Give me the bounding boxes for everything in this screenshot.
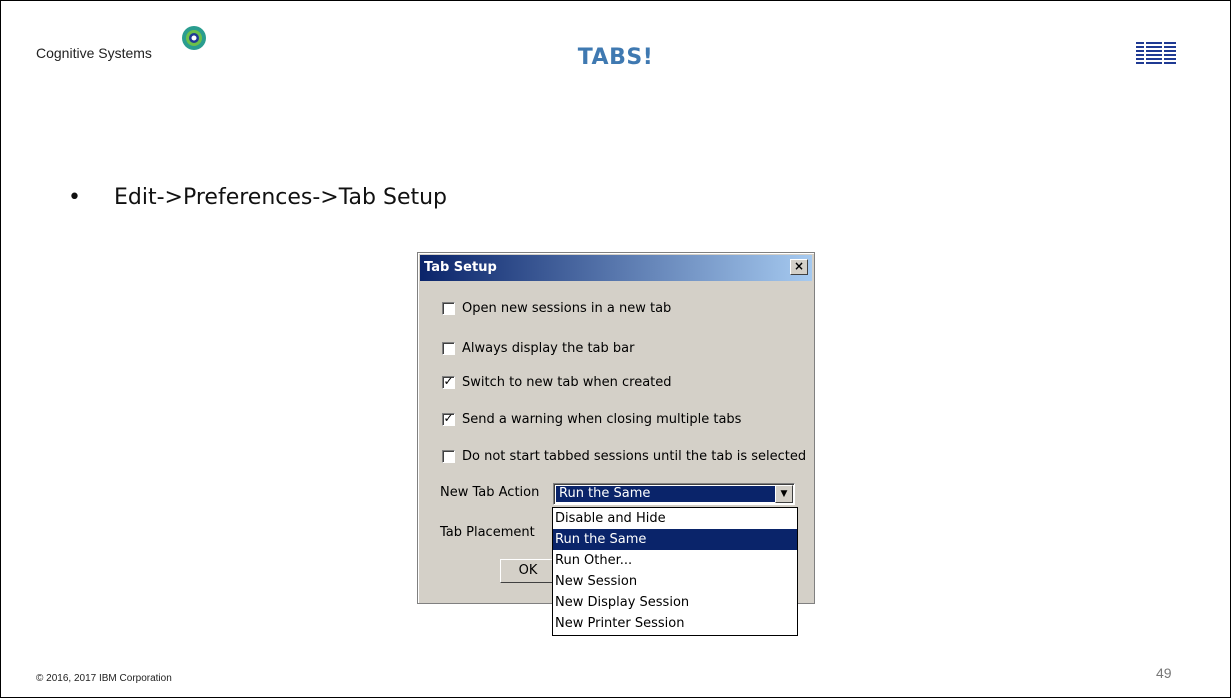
dialog-titlebar[interactable]: Tab Setup ×	[420, 255, 812, 281]
ibm-logo-icon	[1136, 42, 1176, 64]
option-open-new-sessions[interactable]: Open new sessions in a new tab	[442, 300, 671, 316]
bullet-marker: •	[68, 185, 81, 210]
close-icon[interactable]: ×	[790, 259, 808, 275]
select-value: Run the Same	[556, 486, 775, 502]
dropdown-option[interactable]: Disable and Hide	[553, 508, 797, 529]
checkmark-icon: ✓	[443, 373, 454, 388]
dropdown-option[interactable]: Run Other...	[553, 550, 797, 571]
option-label: Switch to new tab when created	[462, 374, 672, 390]
option-label: Do not start tabbed sessions until the t…	[462, 448, 807, 464]
dropdown-option[interactable]: New Printer Session	[553, 613, 797, 634]
checkbox-always-display-tab-bar[interactable]	[442, 341, 455, 355]
option-label: Always display the tab bar	[462, 340, 635, 356]
tab-placement-label: Tab Placement	[440, 525, 535, 540]
checkbox-open-new-sessions[interactable]	[442, 301, 455, 315]
dialog-title: Tab Setup	[424, 260, 497, 275]
slide-title: TABS!	[577, 45, 654, 70]
option-label: Send a warning when closing multiple tab…	[462, 411, 742, 427]
new-tab-action-dropdown-list: Disable and Hide Run the Same Run Other.…	[552, 507, 798, 636]
option-always-display-tab-bar[interactable]: Always display the tab bar	[442, 340, 634, 356]
checkmark-icon: ✓	[443, 410, 454, 425]
option-do-not-start-tabbed[interactable]: Do not start tabbed sessions until the t…	[442, 448, 806, 464]
option-send-warning[interactable]: ✓ Send a warning when closing multiple t…	[442, 411, 741, 427]
copyright-footer: © 2016, 2017 IBM Corporation	[36, 673, 172, 684]
option-label: Open new sessions in a new tab	[462, 300, 672, 316]
dropdown-option-selected[interactable]: Run the Same	[553, 529, 797, 550]
new-tab-action-label: New Tab Action	[440, 485, 540, 500]
ok-button[interactable]: OK	[500, 559, 556, 583]
checkbox-do-not-start-tabbed[interactable]	[442, 449, 455, 463]
option-switch-to-new-tab[interactable]: ✓ Switch to new tab when created	[442, 374, 672, 390]
checkbox-send-warning[interactable]: ✓	[442, 410, 455, 426]
dropdown-option[interactable]: New Session	[553, 571, 797, 592]
chevron-down-icon[interactable]: ▼	[775, 485, 793, 503]
dropdown-option[interactable]: New Display Session	[553, 592, 797, 613]
new-tab-action-select[interactable]: Run the Same ▼	[553, 483, 795, 505]
bullet-text: Edit->Preferences->Tab Setup	[114, 185, 448, 210]
checkbox-switch-to-new-tab[interactable]: ✓	[442, 373, 455, 389]
page-number: 49	[1156, 665, 1172, 681]
